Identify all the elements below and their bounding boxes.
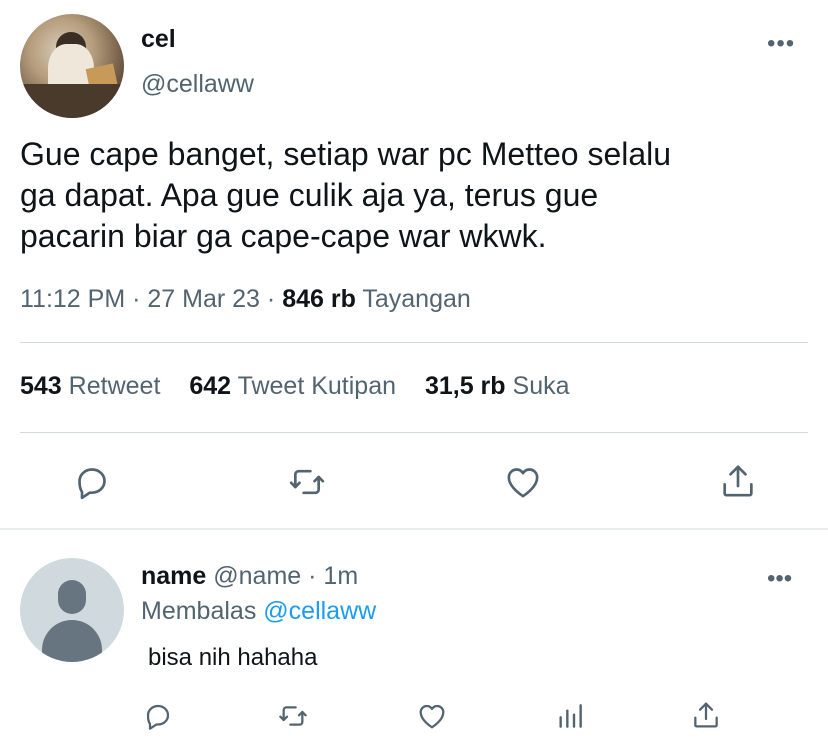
replying-prefix: Membalas <box>141 597 257 625</box>
section-divider <box>0 528 828 530</box>
tweet-text: Gue cape banget, setiap war pc Metteo se… <box>20 136 672 254</box>
tweet-time[interactable]: 11:12 PM <box>20 285 125 313</box>
reply-author-handle[interactable]: @name <box>213 562 301 590</box>
tweet-date[interactable]: 27 Mar 23 <box>147 285 260 313</box>
meta-separator: · <box>266 285 276 313</box>
quote-stat[interactable]: 642 Tweet Kutipan <box>189 372 403 400</box>
share-icon[interactable] <box>718 460 758 502</box>
author-name[interactable]: cel <box>141 25 176 54</box>
views-label: Tayangan <box>362 285 471 313</box>
divider <box>20 432 808 433</box>
quote-count: 642 <box>189 372 232 400</box>
more-options-icon[interactable]: ••• <box>767 30 795 58</box>
reply-icon[interactable] <box>72 462 112 502</box>
like-icon[interactable] <box>502 462 544 502</box>
reply-reply-icon[interactable] <box>142 700 174 732</box>
reply-share-icon[interactable] <box>690 698 722 732</box>
meta-separator: · <box>308 562 317 590</box>
author-avatar[interactable] <box>20 14 124 118</box>
reply-avatar[interactable] <box>20 558 124 662</box>
quote-label: Tweet Kutipan <box>237 372 396 400</box>
reply-like-icon[interactable] <box>415 700 449 732</box>
reply-header: name @name · 1m <box>141 562 358 591</box>
replying-to: Membalas @cellaww <box>141 597 376 626</box>
like-label: Suka <box>512 372 570 400</box>
retweet-icon[interactable] <box>286 462 328 502</box>
reply-analytics-icon[interactable] <box>554 700 586 732</box>
meta-separator: · <box>132 285 141 313</box>
like-stat[interactable]: 31,5 rb Suka <box>425 372 570 400</box>
retweet-label: Retweet <box>68 372 161 400</box>
views-count: 846 rb <box>282 285 356 313</box>
reply-author-name[interactable]: name <box>141 562 206 590</box>
author-handle[interactable]: @cellaww <box>141 70 254 99</box>
reply-more-options-icon[interactable]: ••• <box>767 565 792 593</box>
divider <box>20 342 808 343</box>
retweet-count: 543 <box>20 372 62 400</box>
tweet-stats: 543 Retweet 642 Tweet Kutipan 31,5 rb Su… <box>20 372 592 401</box>
reply-text: bisa nih hahaha <box>148 644 318 671</box>
reply-retweet-icon[interactable] <box>276 700 310 732</box>
reply-time[interactable]: 1m <box>323 562 358 590</box>
tweet-meta: 11:12 PM · 27 Mar 23 · 846 rb Tayangan <box>20 285 471 314</box>
retweet-stat[interactable]: 543 Retweet <box>20 372 167 400</box>
replying-to-link[interactable]: @cellaww <box>263 597 376 625</box>
like-count: 31,5 rb <box>424 372 506 400</box>
